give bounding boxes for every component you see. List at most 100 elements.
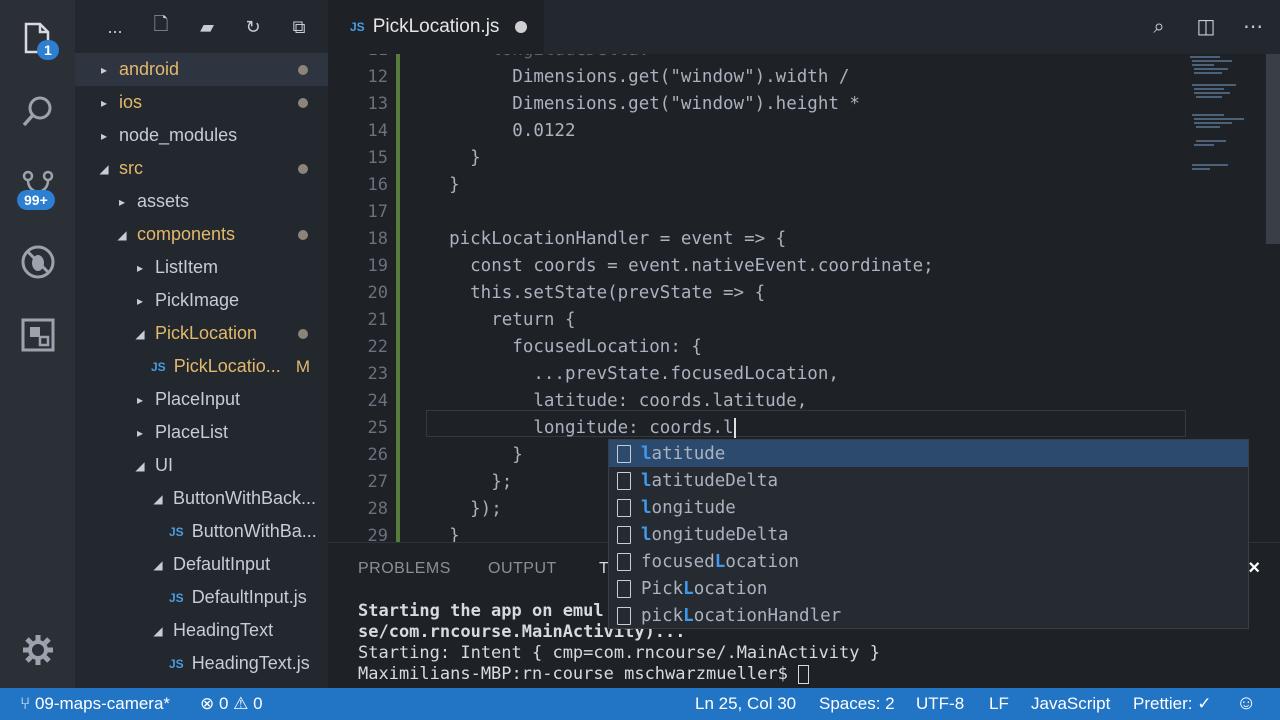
more-icon[interactable]: ⋯ — [1240, 14, 1266, 40]
code-line[interactable]: const coords = event.nativeEvent.coordin… — [428, 256, 934, 276]
code-line[interactable]: ...prevState.focusedLocation, — [428, 364, 839, 384]
terminal-prompt[interactable]: Maximilians-MBP:rn-course mschwarzmuelle… — [358, 664, 810, 684]
code-line[interactable]: } — [428, 445, 523, 465]
tree-folder[interactable]: ▸ node_modules — [75, 119, 328, 152]
code-line[interactable]: }; — [428, 472, 512, 492]
cursor-position[interactable]: Ln 25, Col 30 — [695, 694, 796, 714]
suggestion-item[interactable]: l atitude — [609, 440, 1248, 467]
code-line[interactable]: latitude: coords.latitude, — [428, 391, 807, 411]
branch-indicator[interactable]: ⑂ 09-maps-camera* — [20, 694, 170, 714]
line-number: 19 — [367, 256, 388, 276]
split-editor-icon[interactable]: ◫ — [1193, 14, 1219, 40]
line-ending[interactable]: LF — [989, 694, 1009, 714]
encoding[interactable]: UTF-8 — [916, 694, 964, 714]
tree-folder[interactable]: ▸ PlaceInput — [75, 383, 328, 416]
vertical-scrollbar[interactable] — [1266, 54, 1280, 244]
tree-file[interactable]: JS ButtonWithBa... — [75, 515, 328, 548]
extensions-icon[interactable] — [0, 305, 75, 365]
problems-indicator[interactable]: ⊗ 0 ⚠ 0 — [200, 694, 263, 714]
code-line[interactable]: } — [428, 175, 460, 195]
suggestion-item[interactable]: l atitudeDelta — [609, 467, 1248, 494]
tree-folder[interactable]: ◢ UI — [75, 449, 328, 482]
tree-folder[interactable]: ◢ PickLocation — [75, 317, 328, 350]
unsaved-dot-icon[interactable] — [515, 21, 528, 33]
line-number: 20 — [367, 283, 388, 303]
line-number: 17 — [367, 202, 388, 222]
code-line[interactable]: pickLocationHandler = event => { — [428, 229, 786, 249]
code-line[interactable]: longitudeDelta: — [428, 54, 649, 60]
code-line[interactable]: Dimensions.get("window").width / — [428, 67, 849, 87]
chevron-down-icon: ◢ — [135, 458, 145, 473]
source-control-icon[interactable]: 99+ — [0, 158, 75, 218]
tree-folder[interactable]: ▸ PickImage — [75, 284, 328, 317]
suggestion-text-hl: L — [683, 605, 694, 626]
line-number: 12 — [367, 67, 388, 87]
new-folder-icon[interactable]: ▰ — [195, 17, 219, 38]
chevron-right-icon: ▸ — [136, 425, 144, 440]
explorer-icon[interactable]: 1 — [0, 8, 75, 68]
line-number: 21 — [367, 310, 388, 330]
tree-file[interactable]: JS PickLocatio... M — [75, 350, 328, 383]
gear-icon[interactable] — [0, 620, 75, 680]
activity-bar: 1 99+ — [0, 0, 75, 688]
suggestion-item[interactable]: l ongitude — [609, 494, 1248, 521]
text-doc-icon — [617, 579, 631, 598]
suggestion-item[interactable]: Pick Location — [609, 575, 1248, 602]
code-line[interactable]: this.setState(prevState => { — [428, 283, 765, 303]
indentation[interactable]: Spaces: 2 — [819, 694, 895, 714]
suggestion-item[interactable]: pick LocationHandler — [609, 602, 1248, 629]
suggestion-text-post: ocationHandler — [693, 605, 842, 626]
tree-folder[interactable]: ▸ ios — [75, 86, 328, 119]
tab-problems[interactable]: PROBLEMS — [358, 560, 451, 578]
collapse-all-icon[interactable]: ⧉ — [287, 17, 311, 38]
tab-picklocation[interactable]: JS PickLocation.js — [328, 0, 544, 54]
line-number: 23 — [367, 364, 388, 384]
prettier-status[interactable]: Prettier: ✓ — [1133, 694, 1211, 714]
tree-folder[interactable]: ▸ android — [75, 53, 328, 86]
code-line[interactable]: focusedLocation: { — [428, 337, 702, 357]
debug-icon[interactable] — [0, 232, 75, 292]
suggestion-text-pre: focused — [641, 551, 715, 572]
tree-folder[interactable]: ▸ assets — [75, 185, 328, 218]
code-line[interactable]: } — [428, 526, 460, 542]
tree-folder[interactable]: ◢ ButtonWithBack... — [75, 482, 328, 515]
chevron-down-icon: ◢ — [153, 491, 163, 506]
chevron-down-icon: ◢ — [135, 326, 145, 341]
suggestion-text-post: ongitude — [651, 497, 736, 518]
tree-folder[interactable]: ◢ DefaultInput — [75, 548, 328, 581]
more-actions-button[interactable]: ... — [103, 17, 127, 38]
code-line[interactable]: return { — [428, 310, 575, 330]
minimap[interactable] — [1188, 54, 1250, 184]
js-file-icon: JS — [151, 359, 166, 374]
tree-folder[interactable]: ◢ src — [75, 152, 328, 185]
js-file-icon: JS — [169, 590, 184, 605]
search-icon[interactable] — [0, 82, 75, 142]
code-line[interactable]: } — [428, 148, 481, 168]
feedback-smiley-icon[interactable]: ☺ — [1236, 692, 1256, 715]
new-file-icon[interactable]: 🗋 — [149, 12, 173, 42]
text-doc-icon — [617, 471, 631, 490]
code-line[interactable]: }); — [428, 499, 502, 519]
tree-folder[interactable]: ▸ ListItem — [75, 251, 328, 284]
tree-file[interactable]: JS HeadingText.js — [75, 647, 328, 680]
suggestion-item[interactable]: l ongitudeDelta — [609, 521, 1248, 548]
close-panel-button[interactable]: × — [1248, 557, 1260, 580]
tree-folder[interactable]: ◢ components — [75, 218, 328, 251]
code-line[interactable]: longitude: coords.l — [428, 418, 736, 438]
language-mode[interactable]: JavaScript — [1031, 694, 1110, 714]
suggestion-text-hl: l — [641, 470, 652, 491]
open-changes-icon[interactable]: ⌕ — [1146, 14, 1172, 40]
tree-folder[interactable]: ◢ HeadingText — [75, 614, 328, 647]
tab-output[interactable]: OUTPUT — [488, 560, 557, 578]
suggestion-item[interactable]: focused Location — [609, 548, 1248, 575]
explorer-toolbar: ... 🗋 ▰ ↻ ⧉ — [75, 0, 328, 54]
text-doc-icon — [617, 552, 631, 571]
tree-file[interactable]: JS DefaultInput.js — [75, 581, 328, 614]
refresh-icon[interactable]: ↻ — [241, 17, 265, 38]
tree-folder[interactable]: ▸ PlaceList — [75, 416, 328, 449]
tree-item-label: HeadingText.js — [191, 653, 310, 673]
code-line[interactable]: 0.0122 — [428, 121, 575, 141]
chevron-right-icon: ▸ — [100, 128, 108, 143]
autocomplete-suggestions[interactable]: l atitude l atitudeDelta l ongitude l ongitudeD… — [608, 439, 1249, 629]
code-line[interactable]: Dimensions.get("window").height * — [428, 94, 860, 114]
